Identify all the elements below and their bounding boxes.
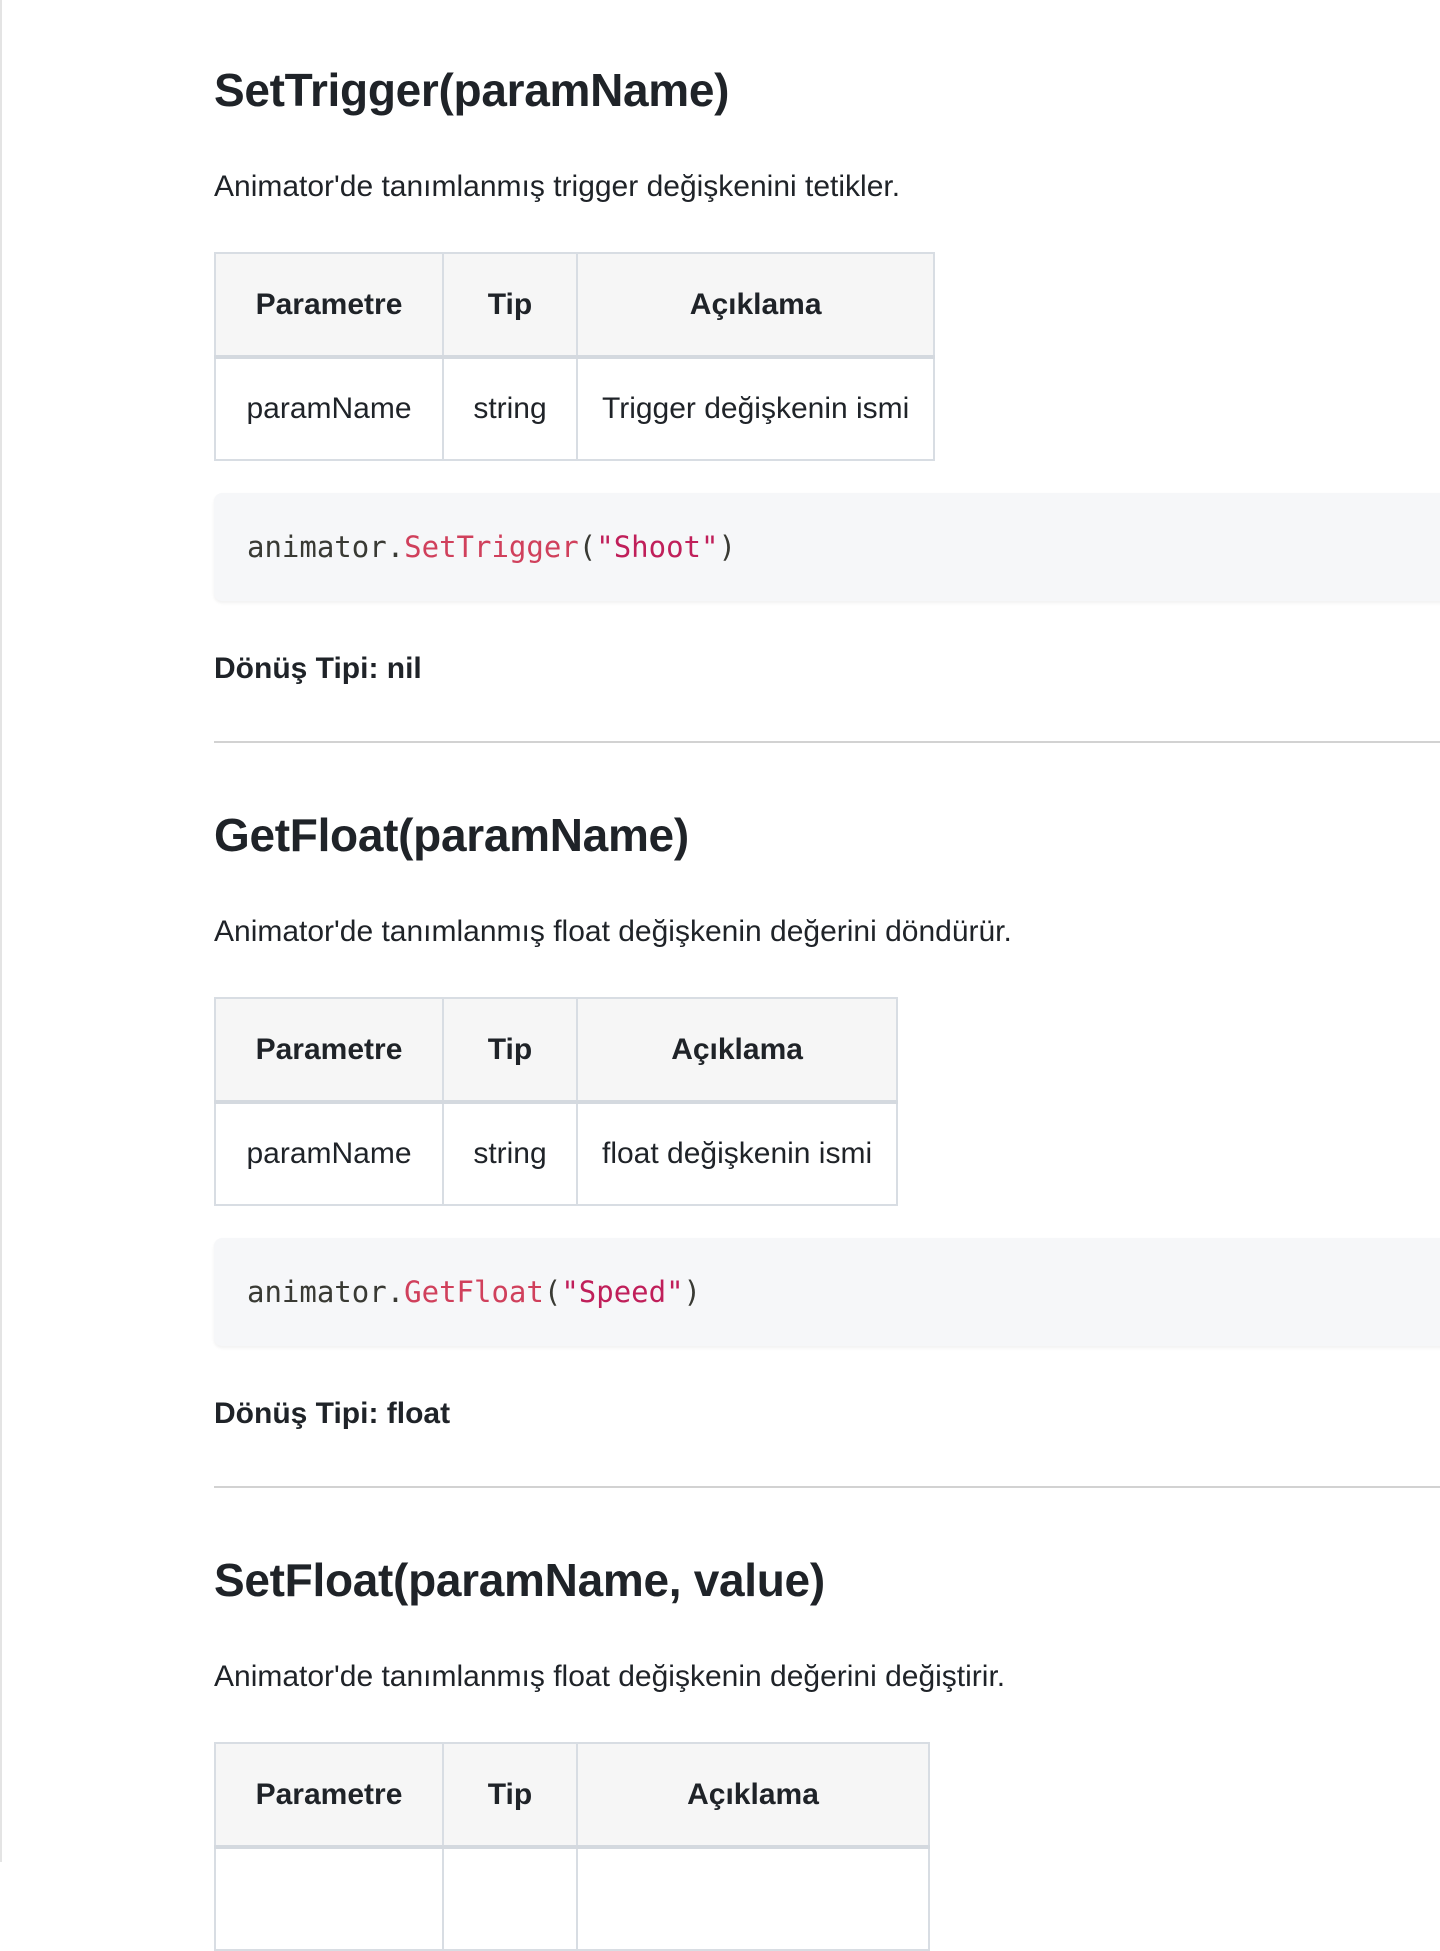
return-type: Dönüş Tipi: float (214, 1397, 451, 1430)
cell-param-name (214, 1846, 444, 1951)
section-description: Animator'de tanımlanmış float değişkenin… (214, 1660, 1006, 1693)
section-description: Animator'de tanımlanmış trigger değişken… (214, 170, 901, 203)
table-header-row: Parametre Tip Açıklama (214, 252, 936, 359)
cell-param-type: string (442, 356, 578, 461)
code-line: animator.GetFloat("Speed") (247, 1272, 701, 1312)
header-aciklama: Açıklama (576, 1742, 930, 1849)
header-aciklama: Açıklama (575, 997, 899, 1104)
cell-param-description (576, 1846, 930, 1951)
header-tip: Tip (442, 997, 578, 1104)
code-method: GetFloat (404, 1275, 544, 1309)
code-block[interactable]: animator.SetTrigger("Shoot") (214, 493, 1440, 601)
table-row: paramName string float değişkenin ismi (214, 1101, 899, 1206)
section-title: SetTrigger(paramName) (214, 64, 730, 116)
code-object: animator (247, 530, 387, 564)
header-tip: Tip (442, 252, 578, 359)
header-aciklama: Açıklama (575, 252, 936, 359)
code-close-paren: ) (718, 530, 736, 564)
code-string-arg: "Speed" (561, 1275, 684, 1309)
section-title: SetFloat(paramName, value) (214, 1554, 825, 1606)
table-row: paramName string Trigger değişkenin ismi (214, 356, 936, 461)
code-object: animator (247, 1275, 387, 1309)
header-parametre: Parametre (214, 997, 444, 1104)
code-close-paren: ) (683, 1275, 701, 1309)
code-method: SetTrigger (404, 530, 579, 564)
section-divider (214, 1486, 1440, 1488)
cell-param-type: string (442, 1101, 578, 1206)
return-type: Dönüş Tipi: nil (214, 652, 422, 685)
header-parametre: Parametre (214, 252, 444, 359)
code-line: animator.SetTrigger("Shoot") (247, 527, 736, 567)
cell-param-name: paramName (214, 1101, 444, 1206)
table-row (214, 1846, 930, 1951)
header-tip: Tip (442, 1742, 578, 1849)
cell-param-type (442, 1846, 578, 1951)
params-table: Parametre Tip Açıklama (214, 1742, 930, 1951)
left-border (0, 0, 2, 1862)
code-open-paren: ( (543, 1275, 562, 1309)
section-description: Animator'de tanımlanmış float değişkenin… (214, 915, 1012, 948)
code-open-paren: ( (578, 530, 597, 564)
section-divider (214, 741, 1440, 743)
cell-param-description: float değişkenin ismi (575, 1101, 899, 1206)
cell-param-description: Trigger değişkenin ismi (575, 356, 936, 461)
table-header-row: Parametre Tip Açıklama (214, 1742, 930, 1849)
table-header-row: Parametre Tip Açıklama (214, 997, 899, 1104)
header-parametre: Parametre (214, 1742, 444, 1849)
code-dot: . (386, 1275, 405, 1309)
cell-param-name: paramName (214, 356, 444, 461)
section-title: GetFloat(paramName) (214, 809, 689, 861)
params-table: Parametre Tip Açıklama paramName string … (214, 997, 899, 1206)
params-table: Parametre Tip Açıklama paramName string … (214, 252, 936, 461)
code-dot: . (386, 530, 405, 564)
code-block[interactable]: animator.GetFloat("Speed") (214, 1238, 1440, 1346)
code-string-arg: "Shoot" (596, 530, 719, 564)
